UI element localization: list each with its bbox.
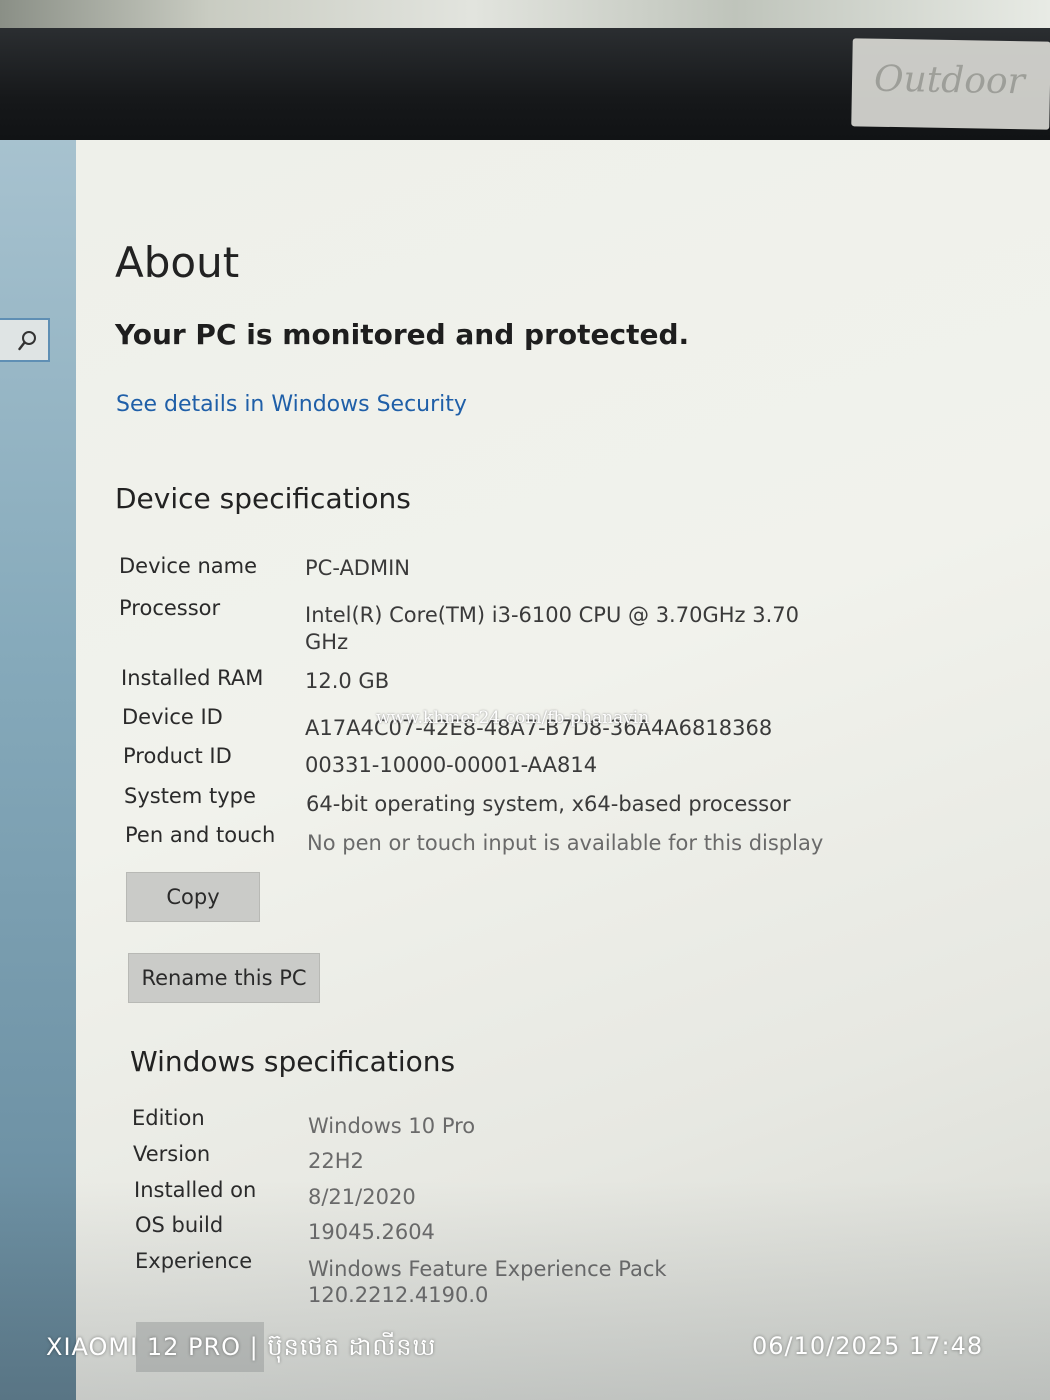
spec-value-pen-touch: No pen or touch input is available for t…	[307, 831, 824, 855]
spec-value-os-build: 19045.2604	[308, 1220, 435, 1244]
spec-label-pen-touch: Pen and touch	[125, 823, 276, 847]
rename-pc-button[interactable]: Rename this PC	[128, 953, 320, 1003]
spec-value-experience-cont: 120.2212.4190.0	[308, 1283, 489, 1307]
spec-label-edition: Edition	[132, 1106, 205, 1130]
spec-value-system-type: 64-bit operating system, x64-based proce…	[306, 792, 791, 816]
windows-security-link[interactable]: See details in Windows Security	[116, 392, 467, 417]
spec-label-device-name: Device name	[119, 554, 258, 578]
spec-label-installed-on: Installed on	[134, 1178, 257, 1202]
spec-value-product-id: 00331-10000-00001-AA814	[305, 753, 598, 777]
spec-value-installed-ram: 12.0 GB	[305, 669, 390, 693]
spec-label-device-id: Device ID	[122, 705, 223, 729]
spec-label-product-id: Product ID	[123, 744, 232, 768]
copy-button[interactable]: Copy	[126, 872, 260, 922]
datetime-stamp: 06/10/2025 17:48	[752, 1332, 984, 1360]
spec-value-installed-on: 8/21/2020	[308, 1185, 416, 1209]
spec-label-processor: Processor	[119, 596, 221, 620]
spec-label-installed-ram: Installed RAM	[121, 666, 264, 690]
protection-status-heading: Your PC is monitored and protected.	[115, 318, 690, 351]
about-page: About Your PC is monitored and protected…	[0, 0, 1050, 1400]
spec-label-experience: Experience	[135, 1249, 253, 1273]
spec-value-edition: Windows 10 Pro	[308, 1114, 476, 1138]
spec-label-system-type: System type	[124, 784, 256, 808]
spec-value-experience: Windows Feature Experience Pack	[308, 1257, 667, 1281]
device-specs-heading: Device specifications	[115, 482, 411, 515]
watermark: www.khmer24.com/fb-phanavin	[376, 708, 650, 728]
spec-label-os-build: OS build	[135, 1213, 224, 1237]
page-title: About	[115, 238, 240, 287]
spec-value-version: 22H2	[308, 1149, 364, 1173]
spec-value-processor: Intel(R) Core(TM) i3-6100 CPU @ 3.70GHz …	[305, 603, 799, 627]
spec-value-processor-cont: GHz	[305, 630, 349, 654]
windows-specs-heading: Windows specifications	[130, 1045, 456, 1078]
camera-stamp: XIAOMI 12 PRO | ប៊ុនថេត ដាលីនឃ	[46, 1333, 437, 1361]
spec-label-version: Version	[133, 1142, 211, 1166]
spec-value-device-name: PC-ADMIN	[305, 556, 410, 580]
